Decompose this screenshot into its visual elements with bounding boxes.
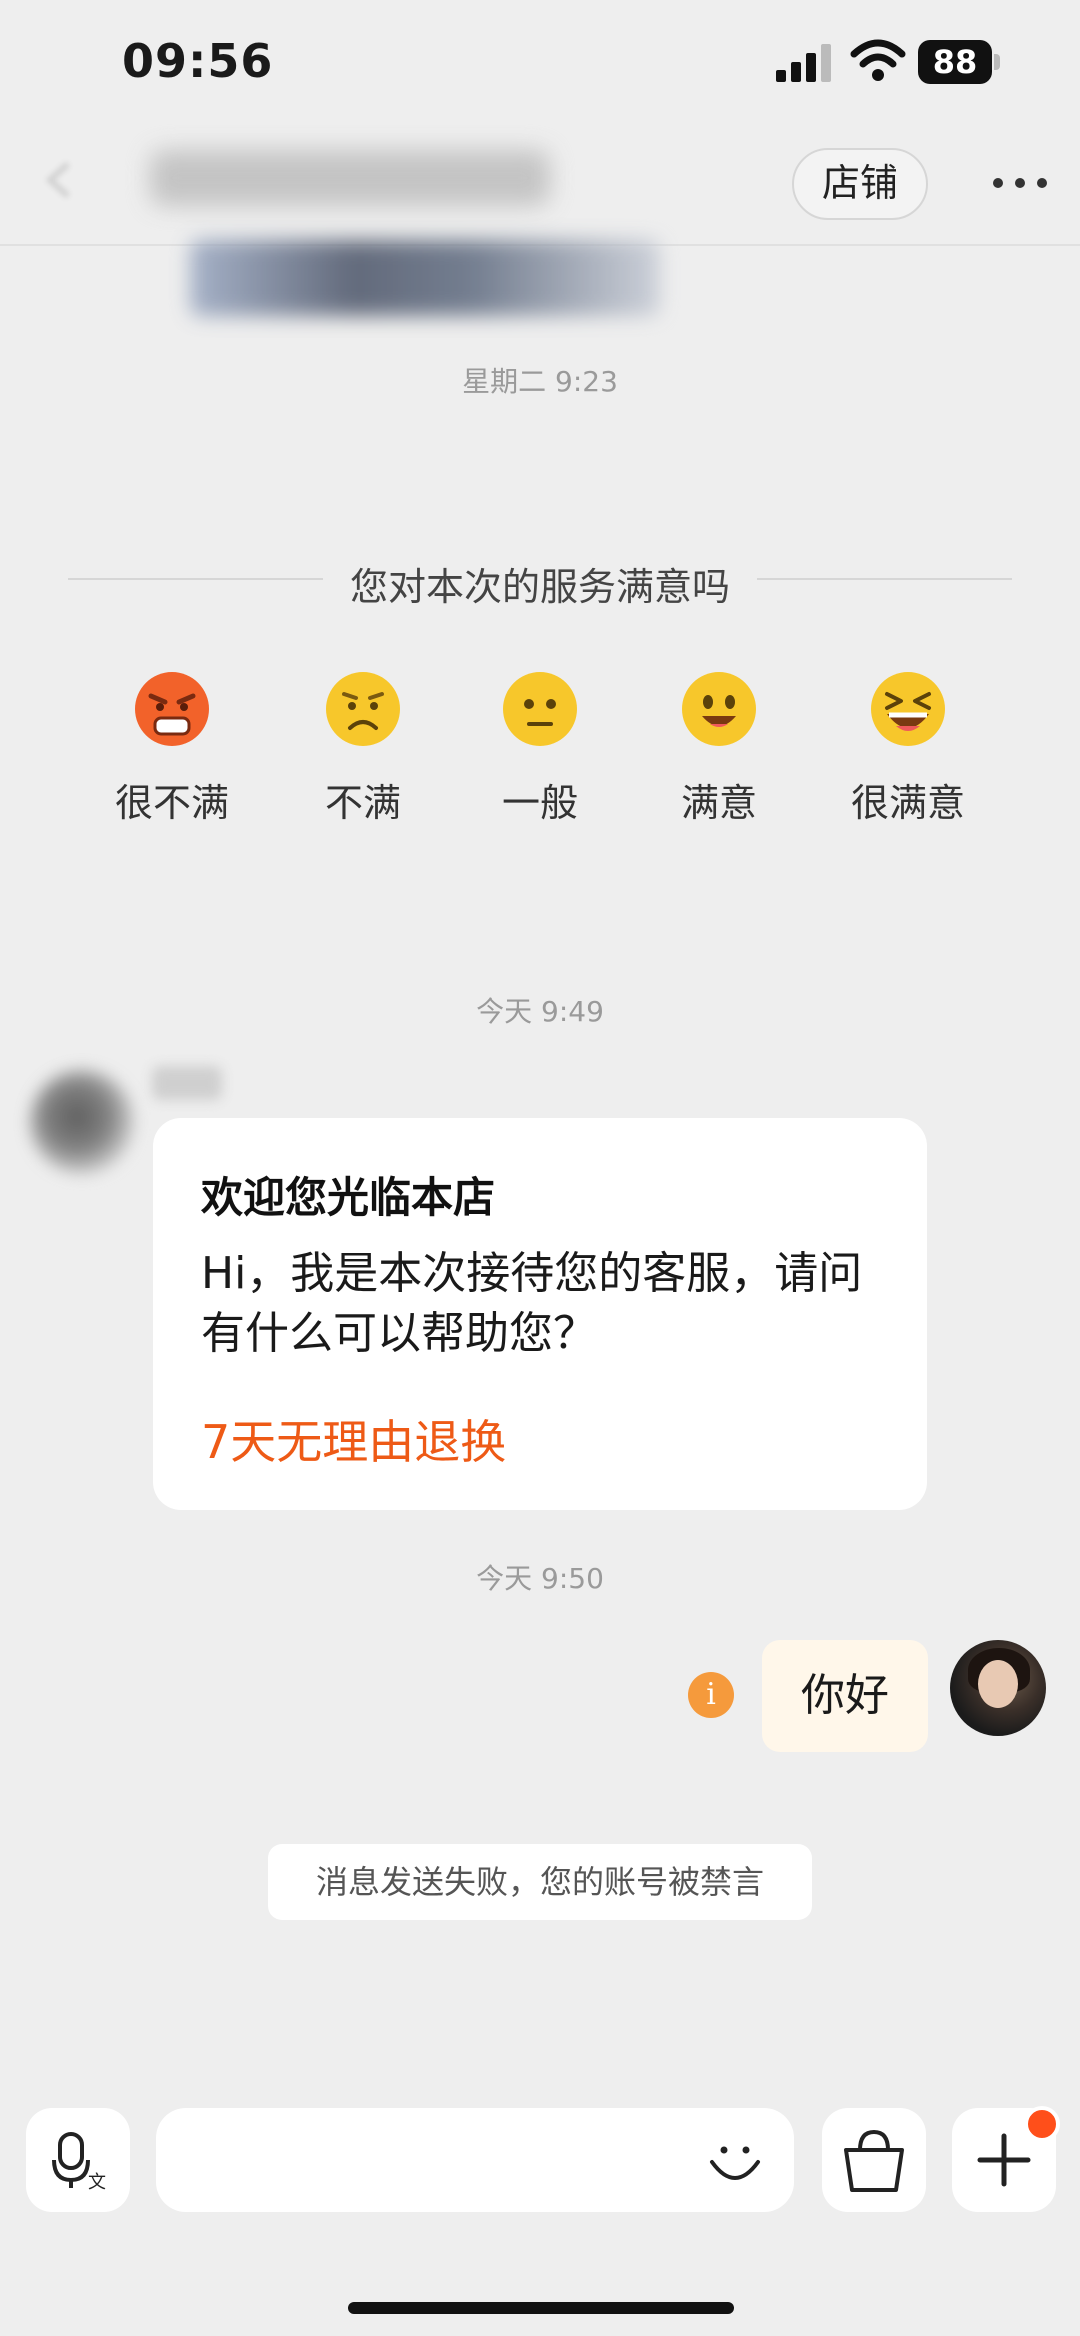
divider [68,578,323,580]
outgoing-message-bubble[interactable]: 你好 [762,1640,928,1752]
wifi-icon [850,39,906,81]
message-input[interactable] [156,2108,794,2212]
rating-neutral[interactable]: 一般 [460,670,620,827]
divider [757,578,1012,580]
battery-icon: 88 [918,40,1002,84]
very-satisfied-emoji-icon [871,672,945,746]
battery-level: 88 [918,40,992,84]
system-notice: 消息发送失败，您的账号被禁言 [268,1844,812,1920]
rating-label: 很满意 [850,781,965,825]
product-card[interactable] [190,240,660,316]
unsatisfied-emoji-icon [326,672,400,746]
voice-translate-icon: 文 [52,2132,106,2193]
timestamp: 今天 9:50 [476,1562,604,1595]
timestamp: 今天 9:49 [476,995,604,1028]
rating-label: 一般 [501,781,578,825]
welcome-card: 欢迎您光临本店 Hi，我是本次接待您的客服，请问有什么可以帮助您？ 7天无理由退… [153,1118,927,1510]
rating-satisfied[interactable]: 满意 [639,670,799,827]
rating-unsatisfied[interactable]: 不满 [283,670,443,827]
status-time: 09:56 [122,34,274,88]
rating-label: 很不满 [114,781,229,825]
welcome-title: 欢迎您光临本店 [201,1173,496,1222]
rating-label: 不满 [324,781,401,825]
agent-name [152,1066,222,1100]
voice-input-button[interactable]: 文 [26,2108,130,2212]
very-unsatisfied-emoji-icon [135,672,209,746]
more-icon[interactable] [990,168,1050,198]
welcome-text: Hi，我是本次接待您的客服，请问有什么可以帮助您？ [201,1248,863,1359]
svg-text:文: 文 [88,2172,106,2193]
survey-title: 您对本次的服务满意吗 [349,565,730,609]
rating-label: 满意 [680,781,757,825]
user-avatar[interactable] [950,1640,1046,1736]
shopping-bag-icon [844,2129,904,2192]
shopping-bag-button[interactable] [822,2108,926,2212]
emoji-icon[interactable] [706,2132,764,2190]
home-indicator[interactable] [348,2302,734,2314]
shop-name [150,150,550,206]
store-button[interactable]: 店铺 [792,148,928,220]
agent-avatar[interactable] [30,1070,134,1174]
return-policy-link[interactable]: 7天无理由退换 [201,1406,506,1472]
back-icon[interactable] [40,160,80,200]
signal-icon [776,44,831,82]
rating-very-satisfied[interactable]: 很满意 [828,670,988,827]
satisfied-emoji-icon [682,672,756,746]
rating-very-unsatisfied[interactable]: 很不满 [92,670,252,827]
neutral-emoji-icon [503,672,577,746]
notification-dot [1024,2106,1060,2142]
timestamp: 星期二 9:23 [462,365,618,398]
send-failed-icon[interactable]: i [688,1672,734,1718]
